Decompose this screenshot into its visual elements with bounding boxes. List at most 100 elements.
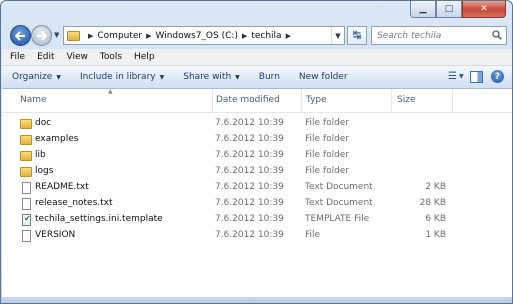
preview-pane-button[interactable] — [470, 70, 483, 83]
file-name: lib — [35, 150, 46, 160]
refresh-button[interactable]: ↹ — [347, 26, 367, 45]
column-divider[interactable] — [212, 89, 213, 112]
file-size: 2 KB — [425, 182, 446, 192]
chevron-down-icon: ▼ — [235, 73, 240, 81]
sort-ascending-icon: ▲ — [108, 88, 113, 95]
breadcrumb-computer[interactable]: Computer — [97, 31, 142, 41]
folder-icon — [20, 167, 32, 177]
organize-button[interactable]: Organize ▼ — [12, 72, 61, 82]
menu-edit[interactable]: Edit — [37, 52, 54, 62]
navigation-bar: ▼ ▶ Computer ▶ Windows7_OS (C:) ▶ techil… — [7, 23, 507, 47]
forward-button[interactable] — [31, 25, 52, 46]
file-row-examples[interactable]: examples 7.6.2012 10:39 File folder — [2, 132, 512, 148]
file-date: 7.6.2012 10:39 — [215, 166, 284, 176]
address-bar[interactable]: ▶ Computer ▶ Windows7_OS (C:) ▶ techila … — [63, 26, 345, 45]
command-bar: Organize ▼ Include in library ▼ Share wi… — [2, 66, 512, 89]
menu-help[interactable]: Help — [134, 52, 155, 62]
file-name: techila_settings.ini.template — [35, 214, 163, 224]
file-list-pane: ▲ Name Date modified Type Size doc 7.6.2… — [2, 88, 512, 299]
file-date: 7.6.2012 10:39 — [215, 134, 284, 144]
file-date: 7.6.2012 10:39 — [215, 198, 284, 208]
file-type: Text Document — [305, 198, 373, 208]
text-document-icon — [22, 198, 31, 210]
refresh-icon: ↹ — [352, 30, 362, 41]
search-icon[interactable] — [492, 30, 502, 40]
file-name: VERSION — [35, 230, 76, 240]
address-history-dropdown[interactable]: ▼ — [331, 27, 344, 44]
close-button[interactable]: ✕ — [462, 1, 506, 18]
file-row-version[interactable]: VERSION 7.6.2012 10:39 File 1 KB — [2, 228, 512, 244]
column-header-name[interactable]: Name — [20, 95, 47, 105]
chevron-down-icon: ▼ — [458, 73, 464, 80]
file-type: File folder — [305, 150, 350, 160]
file-date: 7.6.2012 10:39 — [215, 214, 284, 224]
file-type: File — [305, 230, 321, 240]
column-divider[interactable] — [391, 89, 392, 112]
file-name: logs — [35, 166, 54, 176]
file-name: examples — [35, 134, 79, 144]
file-name: README.txt — [35, 182, 89, 192]
breadcrumb-techila[interactable]: techila — [251, 31, 281, 41]
file-name: release_notes.txt — [35, 198, 113, 208]
breadcrumb-separator-icon[interactable]: ▶ — [286, 32, 291, 40]
search-input[interactable] — [377, 30, 487, 41]
breadcrumb-separator-icon[interactable]: ▶ — [146, 32, 151, 40]
chevron-down-icon: ▼ — [54, 31, 60, 39]
column-divider[interactable] — [452, 89, 453, 112]
chevron-down-icon: ▼ — [159, 73, 165, 81]
minimize-button[interactable]: ▁ — [410, 1, 436, 18]
recent-pages-dropdown[interactable]: ▼ — [54, 31, 62, 41]
column-header-type[interactable]: Type — [306, 95, 327, 105]
share-with-label: Share with — [183, 72, 232, 82]
folder-icon — [67, 30, 80, 41]
file-type: Text Document — [305, 182, 373, 192]
template-file-icon — [22, 214, 31, 226]
file-row-release-notes[interactable]: release_notes.txt 7.6.2012 10:39 Text Do… — [2, 196, 512, 212]
explorer-window: ▁ □ ✕ ▼ ▶ Computer ▶ Windows7_OS (C:) ▶ … — [0, 0, 513, 304]
burn-button[interactable]: Burn — [259, 72, 280, 82]
window-bottom-frame — [1, 297, 512, 303]
view-controls: ☰ ▼ ? — [440, 70, 504, 83]
menu-view[interactable]: View — [67, 52, 88, 62]
search-box[interactable] — [371, 26, 507, 45]
breadcrumb-separator-icon[interactable]: ▶ — [242, 32, 247, 40]
column-header-size[interactable]: Size — [397, 95, 415, 105]
help-button[interactable]: ? — [491, 70, 504, 83]
breadcrumb-separator-icon: ▶ — [88, 31, 94, 40]
file-date: 7.6.2012 10:39 — [215, 230, 284, 240]
new-folder-button[interactable]: New folder — [299, 72, 348, 82]
back-button[interactable] — [10, 25, 31, 46]
file-type: TEMPLATE File — [305, 214, 370, 224]
include-in-library-button[interactable]: Include in library ▼ — [80, 72, 164, 82]
file-list: doc 7.6.2012 10:39 File folder examples … — [2, 116, 512, 244]
file-name: doc — [35, 118, 52, 128]
file-size: 6 KB — [425, 214, 446, 224]
change-view-button[interactable]: ☰ ▼ — [448, 71, 464, 83]
file-type: File folder — [305, 118, 350, 128]
menu-tools[interactable]: Tools — [100, 52, 122, 62]
column-divider[interactable] — [301, 89, 302, 112]
breadcrumb-drive[interactable]: Windows7_OS (C:) — [156, 31, 238, 41]
chevron-down-icon: ▼ — [335, 31, 341, 40]
file-row-doc[interactable]: doc 7.6.2012 10:39 File folder — [2, 116, 512, 132]
file-row-logs[interactable]: logs 7.6.2012 10:39 File folder — [2, 164, 512, 180]
new-folder-label: New folder — [298, 72, 348, 82]
view-list-icon: ☰ — [448, 71, 457, 82]
file-type: File folder — [305, 134, 350, 144]
file-row-readme[interactable]: README.txt 7.6.2012 10:39 Text Document … — [2, 180, 512, 196]
column-header-date-modified[interactable]: Date modified — [216, 95, 280, 105]
file-size: 1 KB — [425, 230, 446, 240]
maximize-button[interactable]: □ — [436, 1, 462, 18]
file-date: 7.6.2012 10:39 — [215, 182, 284, 192]
folder-icon — [20, 135, 32, 145]
file-type: File folder — [305, 166, 350, 176]
file-row-lib[interactable]: lib 7.6.2012 10:39 File folder — [2, 148, 512, 164]
menu-file[interactable]: File — [10, 52, 25, 62]
organize-label: Organize — [12, 72, 53, 82]
help-icon: ? — [494, 71, 501, 82]
burn-label: Burn — [258, 72, 280, 82]
folder-icon — [20, 119, 32, 129]
file-row-settings-template[interactable]: techila_settings.ini.template 7.6.2012 1… — [2, 212, 512, 228]
share-with-button[interactable]: Share with ▼ — [183, 72, 240, 82]
caption-buttons: ▁ □ ✕ — [410, 1, 506, 18]
